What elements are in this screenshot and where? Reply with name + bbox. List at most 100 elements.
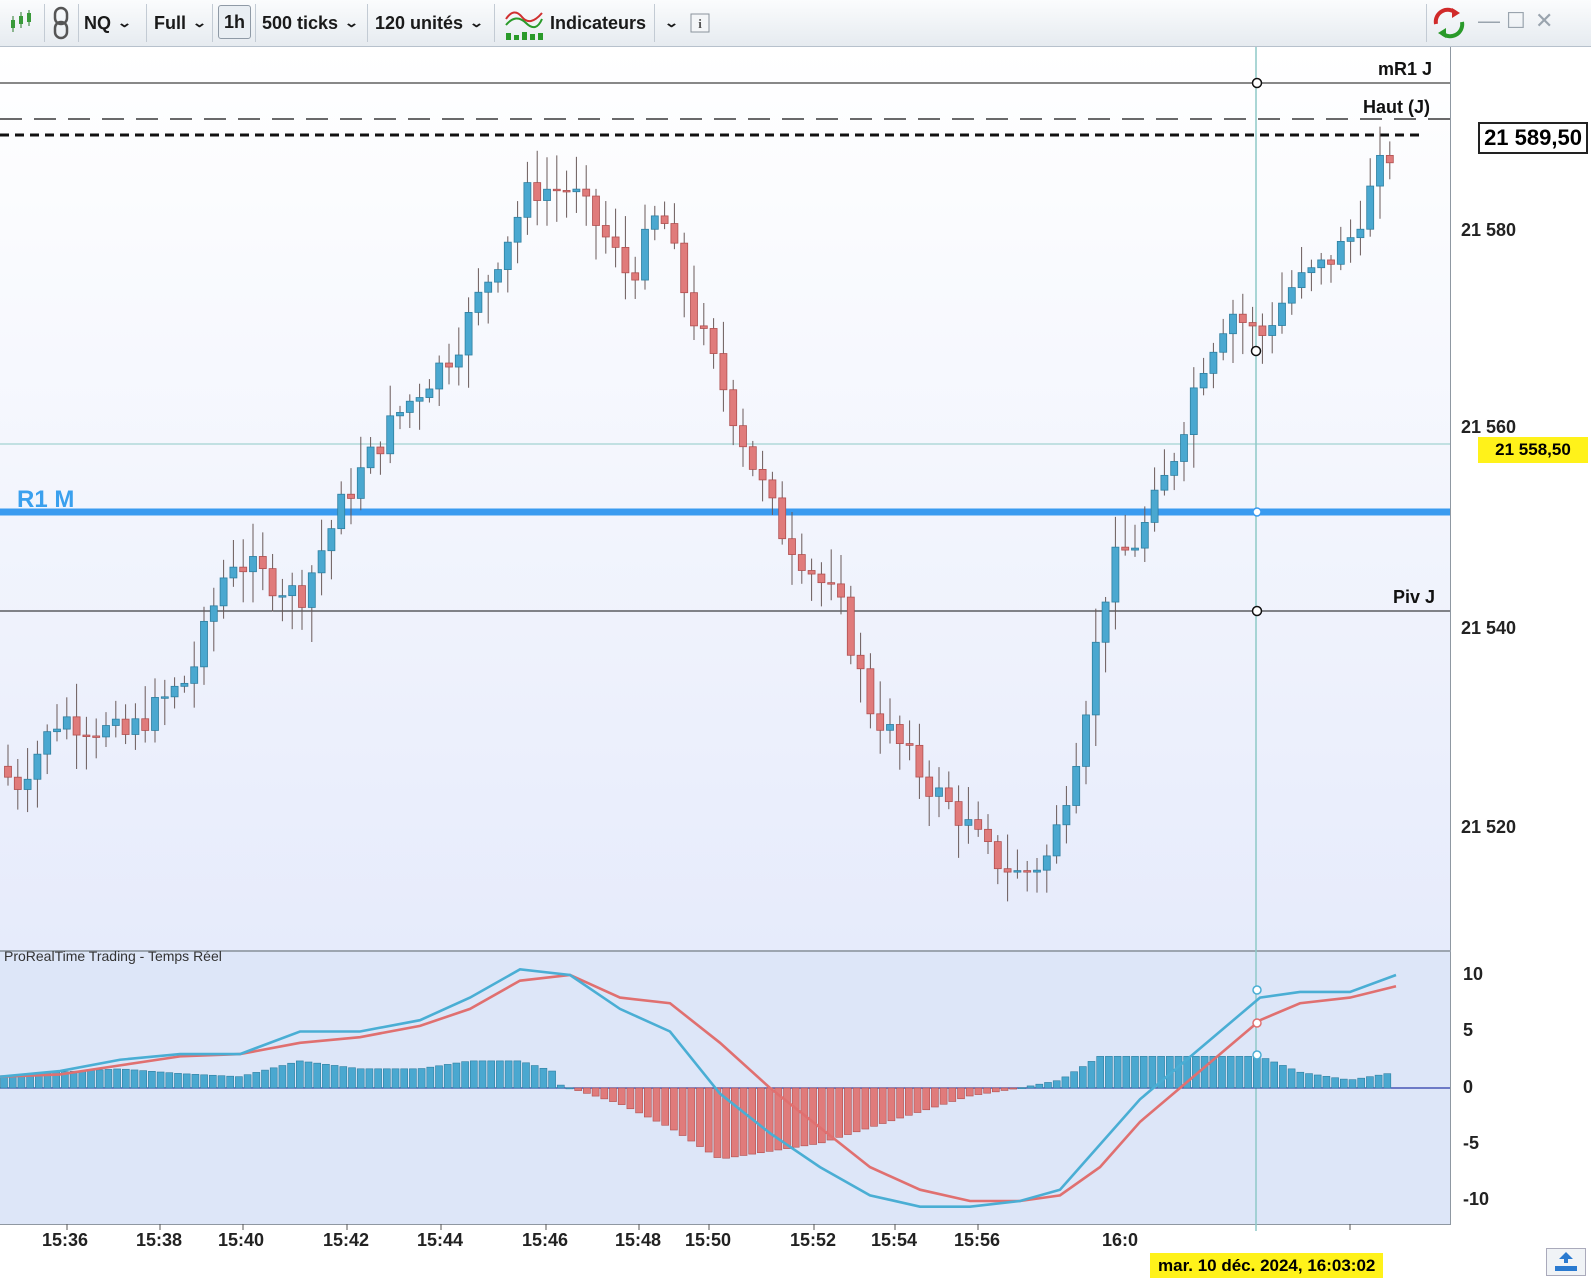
- candle-body: [1258, 325, 1267, 336]
- candle-body: [1131, 547, 1139, 551]
- histogram-bar: [322, 1063, 330, 1089]
- chevron-down-icon: ⌄: [343, 15, 360, 30]
- candle-body: [984, 828, 992, 843]
- candle-body: [1160, 474, 1169, 491]
- candle-body: [121, 718, 130, 735]
- time-tick: 15:36: [42, 1230, 88, 1250]
- histogram-bar: [1131, 1056, 1139, 1089]
- histogram-bar: [678, 1087, 687, 1136]
- candle-body: [670, 223, 679, 244]
- histogram-bar: [165, 1072, 174, 1089]
- histogram-bar: [261, 1069, 269, 1089]
- histogram-bar: [1052, 1080, 1061, 1089]
- units-dropdown[interactable]: 120 unités ⌄: [375, 0, 485, 46]
- candle-body: [797, 554, 806, 571]
- candle-body: [582, 188, 591, 197]
- histogram-bar: [974, 1087, 983, 1095]
- candle-body: [396, 412, 404, 417]
- candle-body: [190, 666, 199, 684]
- candle-body: [307, 572, 316, 608]
- histogram-bar: [226, 1075, 234, 1089]
- mode-dropdown[interactable]: Full ⌄: [154, 0, 207, 46]
- histogram-bar: [1348, 1079, 1357, 1089]
- maximize-icon[interactable]: ☐: [1506, 8, 1526, 34]
- histogram-bar: [1383, 1073, 1392, 1089]
- histogram-bar: [243, 1074, 252, 1089]
- candle-body: [552, 188, 561, 192]
- candle-body: [503, 241, 512, 270]
- candle-body: [1082, 714, 1090, 767]
- timeframe-button[interactable]: 1h: [218, 5, 252, 39]
- candlestick-icon[interactable]: [8, 0, 42, 46]
- candle-body: [1356, 228, 1365, 239]
- histogram-bar: [887, 1087, 896, 1122]
- candle-body: [572, 188, 581, 193]
- histogram-bar: [852, 1087, 861, 1133]
- histogram-bar: [1244, 1056, 1252, 1089]
- info-icon[interactable]: i: [690, 0, 710, 46]
- hist-marker: [1252, 1050, 1262, 1060]
- histogram-bar: [922, 1087, 931, 1111]
- candle-body: [356, 467, 365, 499]
- minimize-icon[interactable]: —: [1478, 8, 1500, 34]
- candle-body: [72, 716, 81, 736]
- price-tick: 21 520: [1461, 817, 1516, 837]
- candle-body: [905, 743, 914, 746]
- time-tick: 15:46: [522, 1230, 568, 1250]
- chevron-down-icon: ⌄: [468, 15, 485, 30]
- candle-body: [719, 353, 728, 391]
- histogram-bar: [713, 1087, 722, 1158]
- histogram-bar: [209, 1074, 217, 1089]
- refresh-icon[interactable]: [1430, 0, 1468, 46]
- candle-body: [837, 583, 845, 598]
- histogram-bar: [374, 1068, 382, 1089]
- candle-body: [631, 272, 640, 281]
- candle-body: [445, 362, 453, 368]
- histogram-bar: [191, 1074, 200, 1089]
- candle-body: [886, 724, 894, 731]
- histogram-bar: [574, 1087, 583, 1091]
- histogram-bar: [426, 1066, 435, 1089]
- time-tick: 15:56: [954, 1230, 1000, 1250]
- candle-body: [180, 682, 189, 687]
- symbol-dropdown[interactable]: NQ ⌄: [84, 0, 133, 46]
- candle-body: [1042, 855, 1051, 871]
- price-chart[interactable]: 21 580 21 560 21 540 21 520 10 5 0 -5 -1…: [0, 47, 1591, 1278]
- time-tick: 15:44: [417, 1230, 463, 1250]
- candle-body: [513, 216, 522, 243]
- histogram-bar: [130, 1069, 139, 1089]
- histogram-bar: [730, 1087, 739, 1158]
- scroll-to-end-button[interactable]: [1546, 1248, 1586, 1276]
- histogram-bar: [1366, 1076, 1374, 1089]
- histogram-bar: [809, 1087, 817, 1145]
- candle-body: [788, 538, 796, 555]
- histogram-bar: [0, 1076, 8, 1089]
- ticks-dropdown[interactable]: 500 ticks ⌄: [262, 0, 360, 46]
- close-icon[interactable]: ✕: [1535, 8, 1553, 34]
- indicators-label: Indicateurs: [550, 12, 647, 33]
- indicators-button[interactable]: Indicateurs: [504, 0, 646, 46]
- candle-body: [229, 566, 238, 579]
- histogram-bar: [113, 1068, 121, 1089]
- candle-body: [405, 400, 414, 413]
- price-tick: 21 580: [1461, 220, 1516, 240]
- symbol-label: NQ: [84, 12, 111, 33]
- link-icon[interactable]: [50, 0, 76, 46]
- candle-body: [1101, 601, 1110, 643]
- candle-body: [23, 778, 32, 790]
- candle-body: [964, 819, 973, 826]
- macd-tick: -5: [1463, 1133, 1479, 1153]
- macd-marker: [1252, 985, 1262, 995]
- candle-body: [151, 697, 159, 731]
- candle-body: [435, 362, 444, 390]
- candle-body: [366, 446, 375, 469]
- histogram-bar: [287, 1062, 295, 1089]
- histogram-bar: [522, 1062, 530, 1089]
- histogram-bar: [939, 1087, 948, 1105]
- histogram-bar: [304, 1061, 313, 1089]
- histogram-bar: [443, 1064, 452, 1089]
- candle-body: [817, 573, 826, 584]
- candle-body: [13, 776, 22, 790]
- chevron-down-icon: ⌄: [116, 15, 133, 30]
- indicators-dropdown[interactable]: ⌄: [658, 0, 679, 46]
